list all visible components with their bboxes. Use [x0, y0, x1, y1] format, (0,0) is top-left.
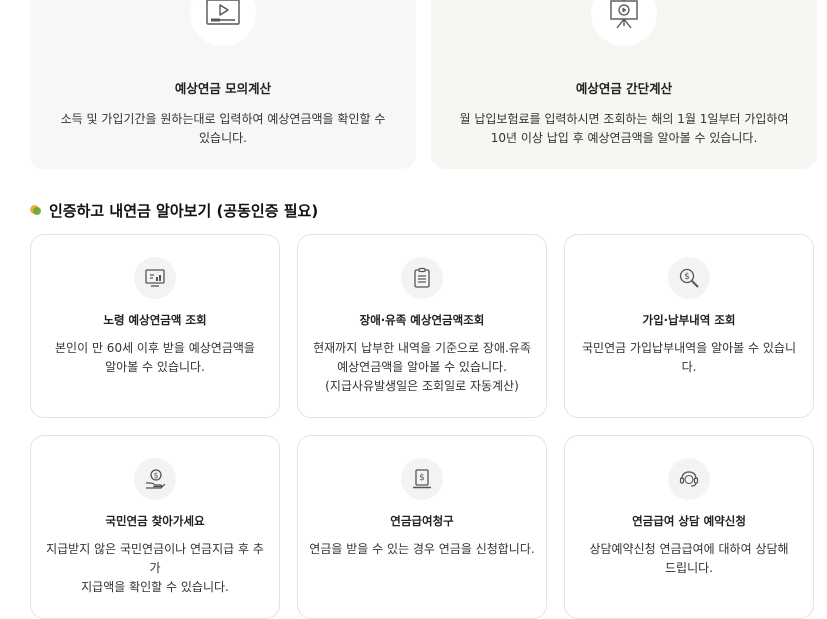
- simple-pension-calc-card[interactable]: 예상연금 간단계산 월 납입보험료를 입력하시면 조회하는 해의 1월 1일부터…: [431, 0, 817, 169]
- mock-pension-calc-card[interactable]: 예상연금 모의계산 소득 및 가입기간을 원하는대로 입력하여 예상연금액을 확…: [30, 0, 416, 169]
- card-title: 장애·유족 예상연금액조회: [359, 313, 485, 327]
- presentation-board-icon: [591, 0, 657, 46]
- magnifier-dollar-icon: $: [668, 257, 710, 299]
- dollar-document-icon: $: [401, 458, 443, 500]
- card-description: 국민연금 가입납부내역을 알아볼 수 있습니다.: [582, 341, 796, 374]
- card-title: 예상연금 간단계산: [575, 81, 673, 96]
- card-description: 본인이 만 60세 이후 받을 예상연금액을 알아볼 수 있습니다.: [55, 341, 255, 374]
- card-title: 노령 예상연금액 조회: [103, 313, 207, 327]
- svg-text:$: $: [419, 473, 425, 483]
- subscription-payment-history-card[interactable]: $ 가입·납부내역 조회 국민연금 가입납부내역을 알아볼 수 있습니다.: [564, 234, 814, 418]
- benefit-consultation-reservation-card[interactable]: 연금급여 상담 예약신청 상담예약신청 연금급여에 대하여 상담해 드립니다.: [564, 435, 814, 619]
- card-description: 연금을 받을 수 있는 경우 연금을 신청합니다.: [309, 542, 535, 556]
- bullet-dot-icon: [30, 204, 42, 216]
- svg-text:$: $: [684, 272, 690, 282]
- find-national-pension-card[interactable]: $ 국민연금 찾아가세요 지급받지 않은 국민연금이나 연금지급 후 추가 지급…: [30, 435, 280, 619]
- svg-text:$: $: [154, 471, 159, 480]
- card-description: 상담예약신청 연금급여에 대하여 상담해 드립니다.: [589, 542, 789, 575]
- clipboard-icon: [401, 257, 443, 299]
- card-description: 소득 및 가입기간을 원하는대로 입력하여 예상연금액을 확인할 수 있습니다.: [60, 112, 386, 145]
- card-title: 연금급여 상담 예약신청: [632, 514, 746, 528]
- pension-benefit-claim-card[interactable]: $ 연금급여청구 연금을 받을 수 있는 경우 연금을 신청합니다.: [297, 435, 547, 619]
- card-title: 연금급여청구: [390, 514, 454, 528]
- old-age-pension-inquiry-card[interactable]: 노령 예상연금액 조회 본인이 만 60세 이후 받을 예상연금액을 알아볼 수…: [30, 234, 280, 418]
- card-title: 예상연금 모의계산: [174, 81, 272, 96]
- card-title: 국민연금 찾아가세요: [105, 514, 205, 528]
- card-description: 지급받지 않은 국민연금이나 연금지급 후 추가 지급액을 확인할 수 있습니다…: [46, 542, 264, 594]
- headset-icon: [668, 458, 710, 500]
- card-description: 월 납입보험료를 입력하시면 조회하는 해의 1월 1일부터 가입하여 10년 …: [459, 112, 789, 145]
- video-play-icon: [190, 0, 256, 46]
- hand-coin-icon: $: [134, 458, 176, 500]
- section-title: 인증하고 내연금 알아보기 (공동인증 필요): [30, 199, 318, 221]
- card-title: 가입·납부내역 조회: [642, 313, 736, 327]
- monitor-chart-icon: [134, 257, 176, 299]
- disability-survivor-pension-inquiry-card[interactable]: 장애·유족 예상연금액조회 현재까지 납부한 내역을 기준으로 장애.유족 예상…: [297, 234, 547, 418]
- card-description: 현재까지 납부한 내역을 기준으로 장애.유족 예상연금액을 알아볼 수 있습니…: [313, 341, 531, 393]
